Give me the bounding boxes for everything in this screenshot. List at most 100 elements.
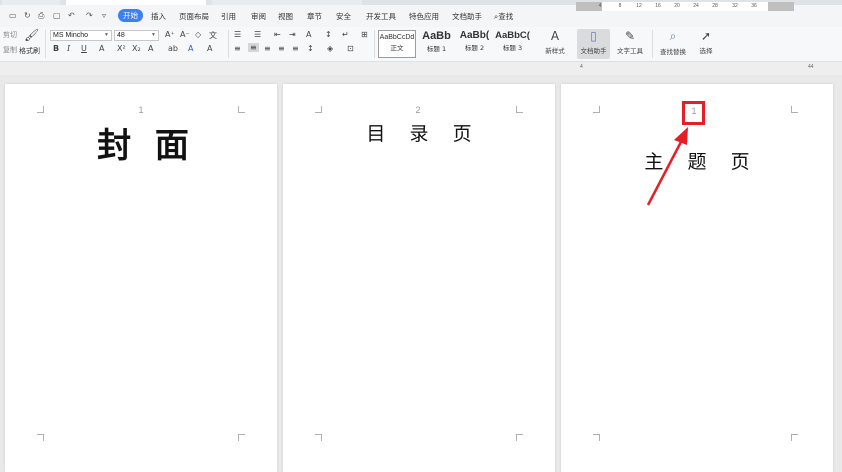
ruler-tick: 28 bbox=[712, 3, 718, 9]
text-tools-button[interactable]: ✎ 文字工具 bbox=[612, 29, 648, 55]
borders-icon[interactable]: ⊡ bbox=[347, 44, 354, 53]
text-tools-label: 文字工具 bbox=[617, 47, 643, 55]
font-color-icon[interactable]: A bbox=[188, 44, 193, 53]
menu-home[interactable]: 开始 bbox=[118, 9, 143, 22]
style-heading-2[interactable]: AaBb( 标题 2 bbox=[456, 30, 493, 58]
page-title[interactable]: 封 面 bbox=[97, 118, 189, 167]
strikethrough-icon[interactable]: A bbox=[99, 44, 104, 53]
menu-developer[interactable]: 开发工具 bbox=[366, 11, 396, 22]
copy-button[interactable]: 复制 bbox=[3, 45, 17, 55]
crop-mark bbox=[791, 434, 798, 441]
highlight-icon[interactable]: ab bbox=[168, 44, 178, 53]
ruler-text-area bbox=[602, 2, 768, 11]
superscript-icon[interactable]: X² bbox=[117, 44, 126, 53]
menu-security[interactable]: 安全 bbox=[336, 11, 351, 22]
divider bbox=[228, 30, 229, 58]
ruler-tick: 8 bbox=[618, 3, 622, 9]
redo-icon[interactable]: ↷ bbox=[86, 11, 93, 20]
ruler-tick: 24 bbox=[693, 3, 699, 9]
undo-icon[interactable]: ↶ bbox=[68, 11, 75, 20]
format-painter-button[interactable]: 格式刷 bbox=[19, 46, 40, 56]
font-size-select[interactable]: 48 ▼ bbox=[114, 30, 159, 41]
phonetic-icon[interactable]: 文 bbox=[209, 30, 217, 41]
style-gallery: AaBbCcDd 正文 AaBb 标题 1 AaBb( 标题 2 AaBbC( … bbox=[378, 30, 536, 58]
align-right-icon[interactable]: ≡ bbox=[264, 44, 271, 53]
decrease-indent-icon[interactable]: ⇤ bbox=[274, 30, 281, 39]
print-preview-icon[interactable]: ▢ bbox=[53, 11, 61, 20]
find-replace-label: 查找替换 bbox=[660, 48, 686, 56]
table-icon[interactable]: ⊞ bbox=[361, 30, 368, 39]
doc-helper-button[interactable]: ▯ 文档助手 bbox=[577, 29, 610, 59]
divider bbox=[652, 30, 653, 58]
increase-indent-icon[interactable]: ⇥ bbox=[289, 30, 296, 39]
align-center-icon[interactable]: ≡ bbox=[248, 43, 259, 52]
underline-icon[interactable]: U bbox=[81, 44, 87, 53]
menu-insert[interactable]: 插入 bbox=[151, 11, 166, 22]
select-button[interactable]: ➚ 选择 bbox=[694, 29, 718, 55]
page-1[interactable]: 1 封 面 bbox=[5, 84, 277, 472]
bullet-list-icon[interactable]: ☰ bbox=[234, 30, 241, 39]
clear-format-icon[interactable]: ◇ bbox=[195, 30, 201, 39]
line-spacing-icon[interactable]: ↕ bbox=[307, 44, 314, 53]
crop-mark bbox=[238, 106, 245, 113]
style-heading-1[interactable]: AaBb 标题 1 bbox=[418, 30, 455, 58]
page-number: 2 bbox=[415, 105, 421, 115]
subscript-icon[interactable]: X₂ bbox=[132, 44, 141, 53]
menu-special[interactable]: 特色应用 bbox=[409, 11, 439, 22]
text-effect-icon[interactable]: A bbox=[148, 44, 153, 53]
doc-helper-label: 文档助手 bbox=[580, 47, 607, 55]
page-2[interactable]: 2 目 录 页 bbox=[283, 84, 555, 472]
search-label: 查找 bbox=[498, 12, 514, 21]
page-title[interactable]: 主 题 页 bbox=[644, 147, 749, 174]
font-name-select[interactable]: MS Mincho ▼ bbox=[50, 30, 112, 41]
style-label: 标题 1 bbox=[426, 45, 447, 53]
grow-font-icon[interactable]: A⁺ bbox=[165, 30, 175, 39]
crop-mark bbox=[37, 434, 44, 441]
crop-mark bbox=[315, 106, 322, 113]
style-normal[interactable]: AaBbCcDd 正文 bbox=[378, 30, 416, 58]
ruler-bar bbox=[0, 62, 842, 75]
bold-icon[interactable]: B bbox=[53, 44, 59, 53]
style-heading-3[interactable]: AaBbC( 标题 3 bbox=[494, 30, 531, 58]
chinese-layout-icon[interactable]: A bbox=[306, 30, 311, 39]
justify-icon[interactable]: ≡ bbox=[278, 44, 285, 53]
menu-chapter[interactable]: 章节 bbox=[307, 11, 322, 22]
horizontal-ruler[interactable]: 4 8 12 16 20 24 28 32 36 bbox=[576, 2, 794, 11]
font-name-value: MS Mincho bbox=[53, 32, 89, 39]
ruler-tick: 16 bbox=[655, 3, 661, 9]
shrink-font-icon[interactable]: A⁻ bbox=[180, 30, 190, 39]
new-style-label: 新样式 bbox=[545, 47, 565, 55]
divider bbox=[45, 30, 46, 58]
cursor-icon: ➚ bbox=[700, 29, 712, 43]
menu-page-layout[interactable]: 页面布局 bbox=[179, 11, 209, 22]
menu-view[interactable]: 视图 bbox=[278, 11, 293, 22]
crop-mark bbox=[315, 434, 322, 441]
page-title[interactable]: 目 录 页 bbox=[366, 119, 471, 146]
cut-button[interactable]: 剪切 bbox=[3, 30, 17, 40]
crop-mark bbox=[238, 434, 245, 441]
show-marks-icon[interactable]: ↵ bbox=[342, 30, 349, 39]
italic-icon[interactable]: I bbox=[67, 44, 70, 53]
char-shading-icon[interactable]: A bbox=[207, 44, 212, 53]
publish-icon[interactable]: ↻ bbox=[24, 11, 31, 20]
divider bbox=[374, 30, 375, 58]
print-icon[interactable]: ⎙ bbox=[38, 11, 44, 21]
numbered-list-icon[interactable]: ☰ bbox=[254, 30, 261, 39]
chevron-down-icon: ▼ bbox=[151, 32, 156, 38]
customize-icon[interactable]: ▿ bbox=[102, 11, 106, 20]
shading-icon[interactable]: ◈ bbox=[327, 44, 333, 53]
save-icon[interactable]: ▭ bbox=[9, 11, 17, 20]
menu-search[interactable]: ⌕查找 bbox=[494, 11, 513, 22]
page-3[interactable]: 1 主 题 页 bbox=[561, 84, 833, 472]
ruler-tick: 20 bbox=[674, 3, 680, 9]
menu-references[interactable]: 引用 bbox=[221, 11, 236, 22]
menu-doc-helper[interactable]: 文档助手 bbox=[452, 11, 482, 22]
align-left-icon[interactable]: ≡ bbox=[234, 44, 241, 53]
distributed-icon[interactable]: ≡ bbox=[292, 44, 299, 53]
find-replace-button[interactable]: ⌕ 查找替换 bbox=[655, 29, 691, 56]
font-size-value: 48 bbox=[117, 32, 125, 39]
sort-icon[interactable]: ↕ bbox=[325, 30, 332, 39]
menu-review[interactable]: 审阅 bbox=[251, 11, 266, 22]
new-style-button[interactable]: A 新样式 bbox=[539, 29, 571, 55]
style-sample: AaBb( bbox=[459, 30, 490, 41]
